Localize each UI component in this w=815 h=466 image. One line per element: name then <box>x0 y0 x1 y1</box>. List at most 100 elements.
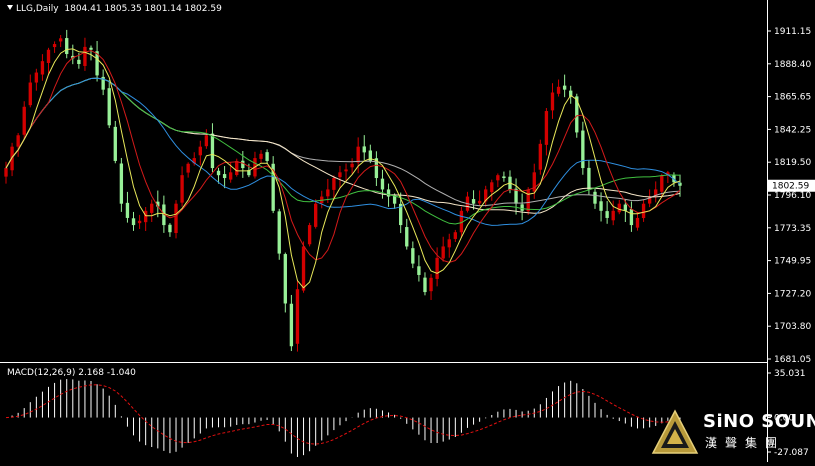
candle-body <box>605 211 609 218</box>
candle-body <box>22 106 26 135</box>
chart-window[interactable]: 1911.15 1888.40 1865.65 1842.25 1819.50 1796.… <box>0 0 815 462</box>
candles-layer <box>4 29 682 352</box>
candle-body <box>125 202 130 218</box>
candle-body <box>532 172 536 192</box>
candle-body <box>204 135 209 147</box>
candle-body <box>28 82 32 106</box>
candle-body <box>362 146 366 153</box>
candle-body <box>119 163 124 204</box>
candle-body <box>471 199 476 204</box>
candle-body <box>635 217 640 228</box>
candle-body <box>441 246 445 259</box>
candle-body <box>344 169 348 172</box>
candle-body <box>174 203 178 234</box>
logo-emblem-icon <box>651 409 699 454</box>
macd-layer <box>5 379 681 457</box>
current-price-label: 1802.59 <box>772 182 809 192</box>
candle-body <box>623 204 628 211</box>
candle-body <box>550 92 555 111</box>
candle-body <box>89 47 93 50</box>
price-tick-label: 1703.80 <box>774 322 811 332</box>
price-tick-label: 1681.05 <box>774 355 811 365</box>
candle-body <box>611 210 615 221</box>
candle-body <box>356 146 360 163</box>
candle-body <box>587 167 591 190</box>
candle-body <box>599 201 603 211</box>
candle-body <box>641 203 646 219</box>
candle-body <box>198 146 202 156</box>
candle-body <box>429 277 433 292</box>
candle-body <box>143 210 148 223</box>
candle-body <box>496 175 500 181</box>
candle-body <box>593 191 597 204</box>
ma-line-blue <box>5 77 681 226</box>
moving-averages-layer <box>5 48 681 289</box>
candle-body <box>660 175 664 192</box>
price-tick-label: 1842.25 <box>774 125 811 135</box>
candle-body <box>10 146 14 171</box>
logo-text-en: SiNO SOUND <box>703 411 815 432</box>
macd-label: MACD(12,26,9) 2.168 -1.040 <box>7 368 136 378</box>
price-tick-label: 1911.15 <box>774 27 811 37</box>
candle-body <box>326 189 330 197</box>
candle-body <box>180 175 184 203</box>
candle-body <box>314 203 318 227</box>
ma-line-yellow <box>5 48 681 289</box>
ma-line-slow-gray <box>5 77 681 207</box>
candle-body <box>58 38 63 42</box>
candle-body <box>83 46 87 66</box>
sino-sound-logo: SiNO SOUND 漢聲集團 <box>651 407 815 462</box>
dropdown-triangle-icon[interactable] <box>7 5 13 10</box>
candle-body <box>332 178 336 190</box>
candle-body <box>77 59 81 64</box>
candle-body <box>477 200 482 204</box>
candle-body <box>380 178 385 190</box>
candle-body <box>435 257 439 279</box>
price-tick-label: 1749.95 <box>774 257 811 267</box>
macd-signal-line <box>5 384 681 445</box>
price-axis: 1911.15 1888.40 1865.65 1842.25 1819.50 1796.… <box>767 27 815 365</box>
candle-body <box>277 211 281 254</box>
ma-line-red <box>5 50 681 263</box>
candle-body <box>350 163 354 168</box>
candle-body <box>150 203 154 213</box>
candle-body <box>34 72 39 83</box>
candle-body <box>520 204 524 211</box>
symbol-title: LLG,Daily <box>16 4 59 14</box>
candle-body <box>168 224 172 233</box>
candle-body <box>423 277 427 293</box>
ma-line-green <box>5 77 681 225</box>
candle-body <box>295 289 300 344</box>
candle-body <box>289 303 294 347</box>
price-tick-label: 1727.20 <box>774 289 811 299</box>
candle-body <box>405 227 409 247</box>
price-tick-label: 1773.35 <box>774 224 811 234</box>
price-tick-label: 1819.50 <box>774 158 811 168</box>
candle-body <box>544 111 549 145</box>
macd-tick-label: 35.031 <box>774 369 806 379</box>
candle-body <box>502 176 506 179</box>
price-tick-label: 1796.10 <box>774 191 811 201</box>
candle-body <box>216 170 221 176</box>
candle-body <box>235 160 239 175</box>
candle-body <box>186 163 190 173</box>
candle-body <box>40 61 45 75</box>
price-chart[interactable]: 1911.15 1888.40 1865.65 1842.25 1819.50 1796.… <box>0 0 815 462</box>
candle-body <box>526 189 530 212</box>
candle-body <box>46 49 51 63</box>
candle-body <box>338 172 342 178</box>
candle-body <box>107 88 111 126</box>
candle-body <box>617 203 621 213</box>
candle-body <box>307 225 312 245</box>
candle-body <box>131 218 136 226</box>
candle-body <box>447 239 451 248</box>
ohlc-values: 1804.41 1805.35 1801.14 1802.59 <box>64 4 222 14</box>
logo-text-cn: 漢聲集團 <box>705 436 786 450</box>
candle-body <box>453 232 458 239</box>
candle-body <box>265 152 269 161</box>
candle-body <box>629 209 634 226</box>
candle-body <box>16 135 20 147</box>
candle-body <box>52 44 57 48</box>
candle-body <box>301 246 306 291</box>
candle-body <box>4 168 8 177</box>
